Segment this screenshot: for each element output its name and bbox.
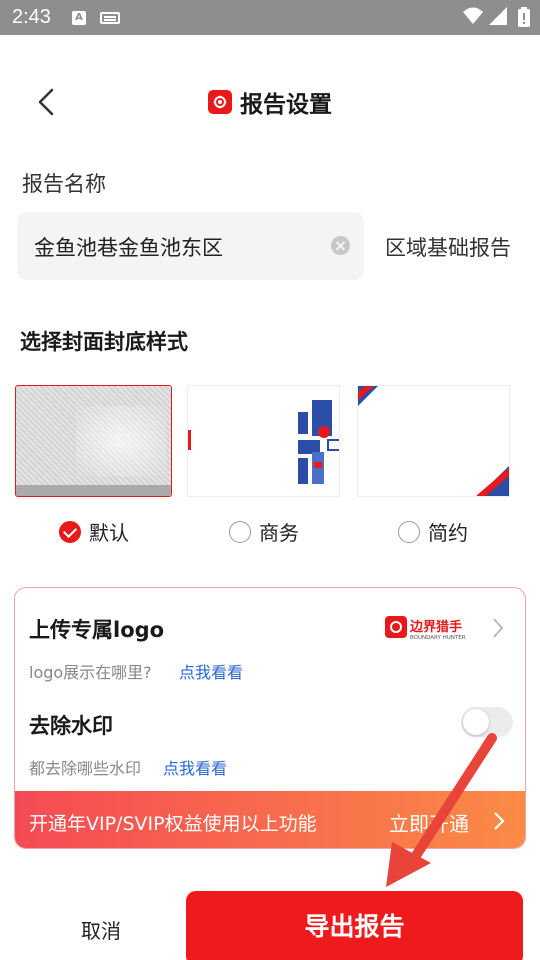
keyboard-icon (100, 12, 120, 24)
radio-checked-icon[interactable] (59, 520, 81, 543)
cover-option-label: 默认 (89, 521, 129, 545)
status-time: 2:43 (12, 6, 51, 28)
export-report-button[interactable]: 导出报告 (186, 891, 523, 960)
logo-hint-text: logo展示在哪里? (29, 663, 152, 682)
back-arrow-icon[interactable] (30, 84, 66, 120)
radio-unchecked-icon[interactable] (229, 520, 251, 543)
cover-option-default[interactable]: 默认 (59, 517, 129, 546)
wifi-icon (463, 7, 483, 24)
chevron-right-icon[interactable] (493, 811, 505, 831)
chevron-right-icon[interactable] (491, 616, 505, 640)
radio-unchecked-icon[interactable] (398, 520, 420, 543)
cover-thumbnail-simple[interactable] (357, 385, 510, 497)
upload-logo-title[interactable]: 上传专属logo (29, 614, 164, 644)
business-cover-graphic (188, 400, 339, 484)
report-type-label: 区域基础报告 (385, 236, 511, 260)
toggle-knob (463, 709, 489, 735)
cover-option-business[interactable]: 商务 (229, 517, 299, 546)
vip-banner[interactable]: 开通年VIP/SVIP权益使用以上功能 立即开通 (15, 791, 525, 848)
brand-logo[interactable]: 边界猎手 BOUNDARY HUNTER (385, 615, 477, 641)
page-header: 报告设置 (0, 84, 540, 120)
status-bar: 2:43 A (0, 0, 540, 35)
cover-band (16, 485, 171, 496)
brand-name: 边界猎手 (409, 619, 462, 635)
vip-activate-link[interactable]: 立即开通 (389, 808, 469, 837)
report-name-input[interactable]: 金鱼池巷金鱼池东区 (17, 212, 364, 280)
cancel-button[interactable]: 取消 (58, 915, 144, 944)
report-name-label: 报告名称 (22, 172, 106, 196)
vip-banner-text: 开通年VIP/SVIP权益使用以上功能 (29, 813, 317, 835)
cover-pattern (76, 406, 166, 476)
cover-option-label: 简约 (428, 521, 468, 545)
keyboard-a-icon: A (72, 11, 86, 25)
watermark-hint-text: 都去除哪些水印 (29, 759, 142, 778)
app-logo-icon (208, 90, 232, 114)
cover-option-simple[interactable]: 简约 (398, 517, 468, 546)
cover-thumbnail-default[interactable] (15, 385, 172, 497)
cover-thumbnail-business[interactable] (187, 385, 340, 497)
signal-icon (489, 7, 507, 25)
brand-sub: BOUNDARY HUNTER (410, 635, 466, 641)
report-name-value[interactable]: 金鱼池巷金鱼池东区 (34, 232, 223, 262)
vip-features-card: 上传专属logo logo展示在哪里? 点我看看 边界猎手 BOUNDARY H… (14, 587, 526, 849)
simple-cover-graphic (358, 386, 509, 496)
logo-preview-link[interactable]: 点我看看 (179, 659, 243, 683)
watermark-preview-link[interactable]: 点我看看 (163, 755, 227, 779)
remove-watermark-title: 去除水印 (29, 714, 113, 738)
clear-icon[interactable] (331, 236, 350, 255)
watermark-toggle[interactable] (461, 707, 513, 737)
battery-icon (518, 7, 530, 27)
cover-option-label: 商务 (259, 521, 299, 545)
cover-style-label: 选择封面封底样式 (20, 330, 188, 354)
page-title: 报告设置 (240, 92, 332, 118)
